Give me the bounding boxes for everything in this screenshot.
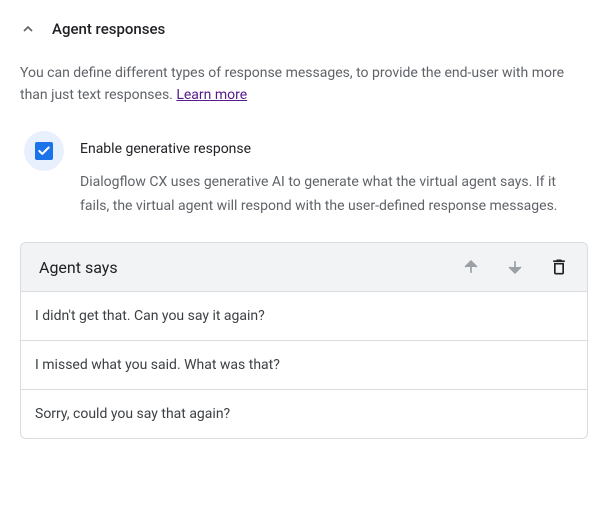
response-input[interactable]: I missed what you said. What was that?	[21, 341, 587, 390]
description-text: You can define different types of respon…	[20, 65, 564, 103]
section-header[interactable]: Agent responses	[20, 20, 588, 38]
delete-button[interactable]	[549, 257, 569, 277]
checkbox-checked-icon	[35, 142, 53, 160]
enable-generative-description: Dialogflow CX uses generative AI to gene…	[80, 171, 588, 219]
response-input[interactable]: I didn't get that. Can you say it again?	[21, 292, 587, 341]
enable-generative-label: Enable generative response	[80, 141, 588, 157]
learn-more-link[interactable]: Learn more	[176, 87, 247, 103]
move-up-button[interactable]	[461, 257, 481, 277]
move-down-button[interactable]	[505, 257, 525, 277]
enable-generative-row: Enable generative response Dialogflow CX…	[20, 131, 588, 219]
section-title: Agent responses	[52, 20, 165, 38]
response-input[interactable]: Sorry, could you say that again?	[21, 390, 587, 438]
agent-says-box: Agent says I didn't get that. Can	[20, 242, 588, 439]
section-description: You can define different types of respon…	[20, 62, 588, 107]
chevron-up-icon[interactable]	[20, 21, 36, 37]
agent-says-title: Agent says	[39, 258, 118, 277]
agent-says-header: Agent says	[21, 243, 587, 292]
header-icons	[461, 257, 569, 277]
checkbox-content: Enable generative response Dialogflow CX…	[80, 131, 588, 219]
enable-generative-checkbox[interactable]	[24, 131, 64, 171]
